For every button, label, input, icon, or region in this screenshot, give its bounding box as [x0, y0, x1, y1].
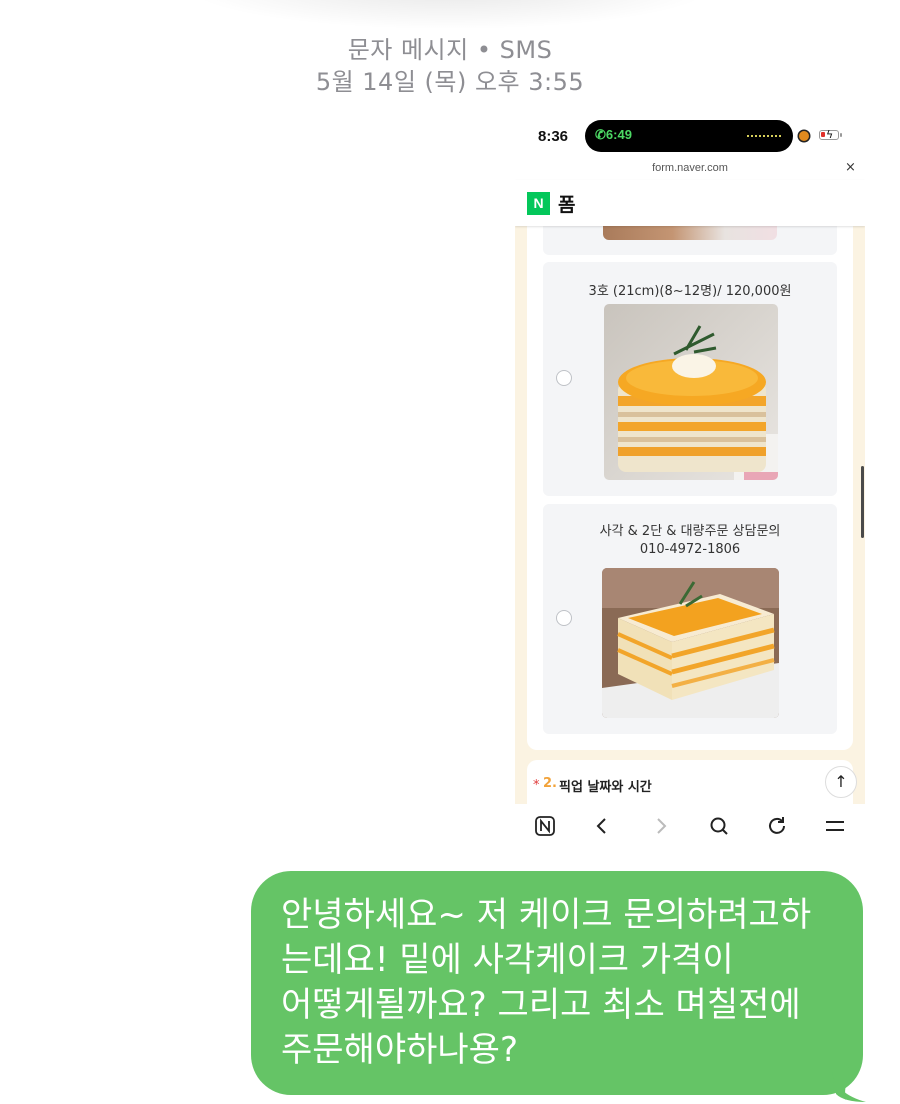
- form-header: N 폼: [515, 180, 865, 226]
- top-shadow: [180, 0, 720, 30]
- back-icon[interactable]: [587, 814, 617, 842]
- status-bar: 8:36 ✆6:49 ϟ: [515, 112, 865, 158]
- url-bar[interactable]: form.naver.com ×: [515, 158, 865, 180]
- menu-icon[interactable]: [820, 814, 850, 842]
- option-round-cake[interactable]: 3호 (21cm)(8~12명)/ 120,000원: [543, 262, 837, 496]
- naver-home-icon[interactable]: [530, 814, 560, 842]
- option-label: 3호 (21cm)(8~12명)/ 120,000원: [588, 284, 792, 299]
- option-radio[interactable]: [556, 610, 572, 626]
- message-line: 안녕하세요~ 저 케이크 문의하려고하: [281, 895, 812, 935]
- dynamic-island: ✆6:49: [585, 120, 793, 152]
- refresh-icon[interactable]: [762, 814, 792, 842]
- status-time: 8:36: [538, 128, 569, 145]
- option-previous[interactable]: [543, 226, 837, 255]
- form-title: 폼: [558, 194, 576, 216]
- square-cake-image: [602, 568, 779, 718]
- url-text: form.naver.com: [652, 162, 728, 174]
- phone-icon: ✆: [595, 127, 606, 142]
- bubble-tail: [832, 1072, 866, 1102]
- option-square-cake[interactable]: 사각 & 2단 & 대량주문 상담문의 010-4972-1806: [543, 504, 837, 734]
- message-line: 주문해야하나용?: [281, 1030, 519, 1070]
- charging-bolt-icon: ϟ: [826, 128, 834, 141]
- message-line: 는데요! 밑에 사각케이크 가격이: [281, 940, 734, 980]
- required-mark: *: [533, 778, 540, 793]
- screenshot-attachment[interactable]: 8:36 ✆6:49 ϟ form.naver.com × N 폼 3호 (21…: [515, 112, 865, 852]
- option-radio[interactable]: [556, 370, 572, 386]
- forward-icon[interactable]: [646, 814, 676, 842]
- message-bubble[interactable]: 안녕하세요~ 저 케이크 문의하려고하 는데요! 밑에 사각케이크 가격이 어떻…: [251, 871, 863, 1095]
- question-card-2: * 2. 픽업 날짜와 시간: [527, 760, 853, 810]
- call-timer: 6:49: [605, 127, 632, 142]
- call-indicator: ✆6:49: [595, 127, 632, 143]
- question-text: 픽업 날짜와 시간: [559, 780, 652, 795]
- message-timestamp: 5월 14일 (목) 오후 3:55: [315, 68, 585, 96]
- close-icon[interactable]: ×: [845, 160, 856, 175]
- question-card: 3호 (21cm)(8~12명)/ 120,000원 사각 & 2단 & 대량주…: [527, 226, 853, 750]
- arrow-up-icon: ↑: [834, 772, 848, 791]
- message-text: 안녕하세요~ 저 케이크 문의하려고하 는데요! 밑에 사각케이크 가격이 어떻…: [281, 893, 841, 1073]
- option-label-line1: 사각 & 2단 & 대량주문 상담문의: [599, 524, 781, 539]
- option-phone: 010-4972-1806: [639, 542, 741, 557]
- browser-toolbar: [515, 804, 865, 852]
- search-icon[interactable]: [704, 814, 734, 842]
- round-cake-image: [604, 304, 778, 480]
- form-content: 3호 (21cm)(8~12명)/ 120,000원 사각 & 2단 & 대량주…: [515, 226, 865, 810]
- cake-image: [603, 226, 777, 240]
- audio-wave-icon: [747, 135, 781, 139]
- message-line: 어떻게될까요? 그리고 최소 며칠전에: [281, 985, 801, 1025]
- naver-logo-icon[interactable]: N: [527, 192, 550, 215]
- question-number: 2.: [543, 776, 557, 791]
- recording-dot-icon: [799, 131, 809, 141]
- message-type-label: 문자 메시지 • SMS: [347, 36, 553, 64]
- scroll-top-button[interactable]: ↑: [825, 766, 857, 798]
- scrollbar[interactable]: [861, 466, 864, 538]
